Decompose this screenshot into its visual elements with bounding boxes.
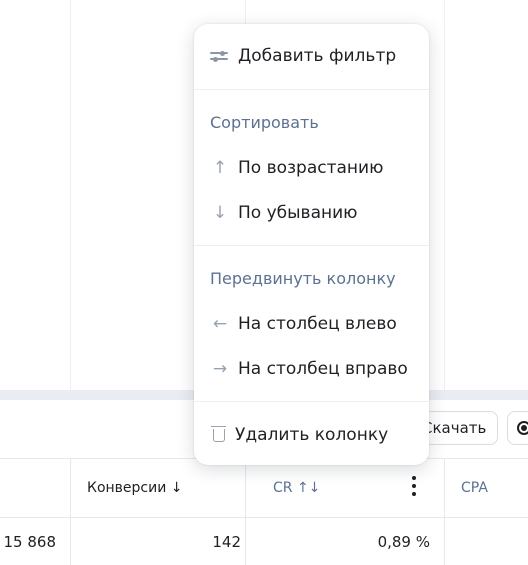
dot-icon <box>412 484 416 488</box>
trash-icon <box>211 425 226 442</box>
column-header-label: CR ↑↓ <box>273 480 321 496</box>
dot-icon <box>412 476 416 480</box>
column-context-menu: Добавить фильтр Сортировать ↑ По возраст… <box>194 24 429 465</box>
add-filter-item[interactable]: Добавить фильтр <box>210 41 396 71</box>
menu-item-label: На столбец вправо <box>238 359 408 379</box>
menu-divider <box>194 245 429 246</box>
menu-item-label: Добавить фильтр <box>238 46 397 66</box>
move-right-item[interactable]: → На столбец вправо <box>210 354 408 384</box>
table-header: Конверсии ↓ CR ↑↓ CPA <box>0 459 528 518</box>
table-row: 15 868 142 0,89 % <box>0 518 528 565</box>
move-left-item[interactable]: ← На столбец влево <box>210 309 397 339</box>
table-cell: 0,89 % <box>246 518 445 565</box>
column-header-cpa[interactable]: CPA <box>445 459 528 517</box>
download-button-label: Скачать <box>422 419 487 437</box>
cell-value: 142 <box>212 532 241 551</box>
menu-item-label: По возрастанию <box>238 158 384 178</box>
gear-icon <box>517 421 528 435</box>
filter-sliders-icon <box>210 49 228 63</box>
column-header-cr[interactable]: CR ↑↓ <box>246 459 445 517</box>
grid-line <box>70 0 71 390</box>
grid-line <box>444 0 445 390</box>
menu-item-label: Удалить колонку <box>235 425 389 445</box>
table-cell <box>445 518 528 565</box>
cell-value: 0,89 % <box>377 532 430 551</box>
delete-column-item[interactable]: Удалить колонку <box>210 420 388 450</box>
arrow-up-icon: ↑ <box>212 158 228 178</box>
column-header-conversions[interactable]: Конверсии ↓ <box>71 459 246 517</box>
menu-item-label: На столбец влево <box>238 314 397 334</box>
sort-descending-item[interactable]: ↓ По убыванию <box>210 198 358 228</box>
settings-button[interactable] <box>507 411 528 445</box>
sort-ascending-item[interactable]: ↑ По возрастанию <box>210 153 384 183</box>
column-menu-button[interactable] <box>412 476 416 500</box>
column-header-label: Конверсии ↓ <box>87 480 183 496</box>
arrow-right-icon: → <box>212 359 228 379</box>
arrow-left-icon: ← <box>212 314 228 334</box>
column-header-label: CPA <box>461 480 488 496</box>
arrow-down-icon: ↓ <box>212 203 228 223</box>
dot-icon <box>412 492 416 496</box>
menu-divider <box>194 89 429 90</box>
table-cell: 15 868 <box>0 518 71 565</box>
table-cell: 142 <box>71 518 246 565</box>
menu-item-label: По убыванию <box>238 203 358 223</box>
sort-section-title: Сортировать <box>210 113 319 132</box>
column-header-empty <box>0 459 71 517</box>
cell-value: 15 868 <box>3 532 57 551</box>
menu-divider <box>194 401 429 402</box>
move-section-title: Передвинуть колонку <box>210 269 396 288</box>
